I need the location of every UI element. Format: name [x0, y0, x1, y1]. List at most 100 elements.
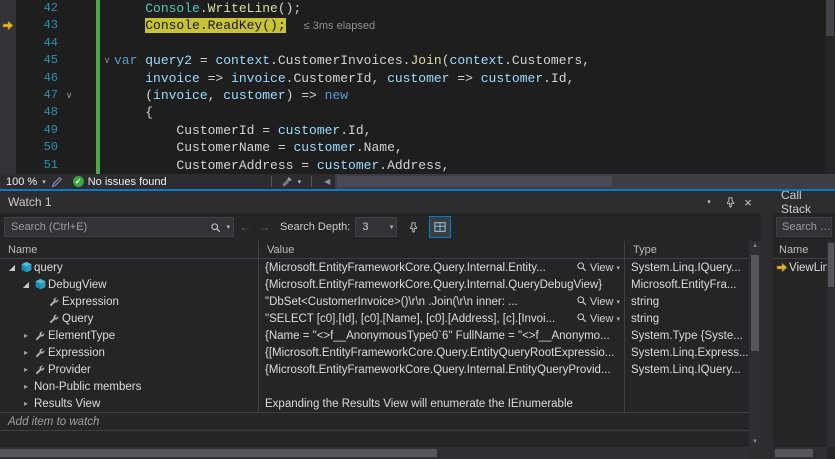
- breakpoint-margin[interactable]: [0, 104, 16, 121]
- pin-icon[interactable]: [721, 193, 739, 211]
- watch-name-cell: ◢ query: [0, 259, 258, 276]
- zoom-level[interactable]: 100 %: [0, 176, 39, 188]
- broom-icon[interactable]: [279, 176, 295, 188]
- watch-row[interactable]: Query"SELECT [c0].[Id], [c0].[Name], [c0…: [0, 310, 761, 327]
- code-text[interactable]: (invoice, customer) => new: [114, 87, 835, 104]
- search-next-arrow-icon[interactable]: →: [257, 220, 272, 234]
- pen-icon[interactable]: [49, 176, 65, 188]
- add-watch-row[interactable]: Add item to watch: [0, 412, 761, 431]
- search-prev-arrow-icon[interactable]: ←: [238, 220, 253, 234]
- watch-vscroll-thumb[interactable]: [751, 255, 759, 351]
- code-text[interactable]: CustomerName = customer.Name,: [114, 139, 835, 156]
- call-stack-search-input[interactable]: [777, 221, 831, 233]
- watch-column-headers: Name Value Type: [0, 241, 761, 259]
- close-icon[interactable]: ×: [739, 193, 757, 211]
- watch-row[interactable]: ▸ElementType{Name = "<>f__AnonymousType0…: [0, 327, 761, 344]
- code-text[interactable]: invoice => invoice.CustomerId, customer …: [114, 70, 835, 87]
- watch-hscroll-thumb[interactable]: [0, 449, 437, 457]
- breakpoint-margin[interactable]: [0, 139, 16, 156]
- watch-search-box[interactable]: ▾: [4, 217, 234, 237]
- watch-row[interactable]: ▸Non-Public members: [0, 378, 761, 395]
- code-text[interactable]: [114, 35, 835, 52]
- watch-vertical-scrollbar[interactable]: ▲ ▼: [749, 241, 761, 447]
- view-link[interactable]: View▾: [576, 312, 620, 326]
- row-expander-icon[interactable]: ▸: [20, 348, 32, 357]
- watch-row[interactable]: ▸Results ViewExpanding the Results View …: [0, 395, 761, 412]
- column-header-name[interactable]: Name: [0, 241, 258, 258]
- breakpoint-margin[interactable]: [0, 122, 16, 139]
- column-header-type[interactable]: Type: [624, 241, 761, 258]
- panel-splitter[interactable]: [761, 191, 773, 459]
- format-grid-button[interactable]: [429, 216, 451, 238]
- breakpoint-margin[interactable]: [0, 52, 16, 69]
- watch-row[interactable]: ▸Expression{[Microsoft.EntityFrameworkCo…: [0, 344, 761, 361]
- column-header-value[interactable]: Value: [258, 241, 624, 258]
- code-text[interactable]: Console.WriteLine();: [114, 0, 835, 17]
- breakpoint-margin[interactable]: [0, 35, 16, 52]
- window-position-caret-icon[interactable]: ▾: [697, 193, 721, 211]
- breakpoint-margin[interactable]: [0, 0, 16, 17]
- code-text[interactable]: {: [114, 104, 835, 121]
- row-expander-icon[interactable]: ◢: [6, 263, 18, 272]
- code-token: CustomerId =: [114, 123, 278, 138]
- line-number: 45: [16, 52, 62, 69]
- code-line: 51 CustomerAddress = customer.Address,: [0, 157, 835, 174]
- editor-scrollbar-thumb[interactable]: [826, 0, 834, 36]
- breakpoint-margin[interactable]: [0, 17, 16, 34]
- cleanup-caret-down-icon[interactable]: ▾: [295, 178, 305, 186]
- zoom-caret-down-icon[interactable]: ▾: [39, 178, 49, 186]
- watch-row[interactable]: ◢query{Microsoft.EntityFrameworkCore.Que…: [0, 259, 761, 276]
- editor-horizontal-scrollbar[interactable]: [335, 174, 835, 189]
- call-stack-vertical-scrollbar[interactable]: [827, 241, 835, 447]
- view-link[interactable]: View▾: [576, 261, 620, 275]
- code-token: {: [114, 105, 153, 120]
- call-stack-frame-row[interactable]: ViewLin...: [773, 259, 835, 276]
- code-text[interactable]: CustomerId = customer.Id,: [114, 122, 835, 139]
- watch-row[interactable]: Expression"DbSet<CustomerInvoice>()\r\n …: [0, 293, 761, 310]
- call-stack-vscroll-thumb[interactable]: [828, 243, 834, 287]
- hscroll-thumb[interactable]: [337, 176, 612, 187]
- view-link[interactable]: View▾: [576, 295, 620, 309]
- scroll-down-arrow-icon[interactable]: ▼: [749, 439, 761, 445]
- search-caret-down-icon[interactable]: ▾: [223, 223, 233, 231]
- watch-name: DebugView: [48, 279, 107, 291]
- gutter-chevron-icon: [62, 122, 76, 139]
- hscroll-left-arrow-icon[interactable]: ◀: [319, 177, 335, 186]
- code-text[interactable]: Console.ReadKey();≤ 3ms elapsed: [114, 17, 835, 34]
- code-text[interactable]: var query2 = context.CustomerInvoices.Jo…: [114, 52, 835, 69]
- editor-vertical-scrollbar[interactable]: [825, 0, 835, 174]
- call-stack-horizontal-scrollbar[interactable]: [773, 447, 827, 459]
- code-text[interactable]: CustomerAddress = customer.Address,: [114, 157, 835, 174]
- row-expander-icon[interactable]: ▸: [20, 331, 32, 340]
- gutter-chevron-icon[interactable]: ∨: [62, 87, 76, 104]
- pin-to-source-button[interactable]: [402, 216, 424, 238]
- gutter-spacer: [76, 87, 96, 104]
- row-expander-icon[interactable]: ▸: [20, 399, 32, 408]
- call-stack-hscroll-thumb[interactable]: [775, 449, 813, 457]
- call-stack-search-box[interactable]: [776, 217, 832, 237]
- call-stack-title-bar[interactable]: Call Stack: [773, 191, 835, 213]
- code-editor[interactable]: 42 Console.WriteLine();43 Console.ReadKe…: [0, 0, 835, 174]
- outline-chevron-icon: [100, 35, 114, 52]
- row-expander-icon[interactable]: ▸: [20, 382, 32, 391]
- search-depth-value: 3: [356, 221, 386, 233]
- watch-search-input[interactable]: [5, 221, 208, 233]
- gutter-chevron-icon: [62, 157, 76, 174]
- outline-chevron-icon[interactable]: ∨: [100, 52, 114, 69]
- watch-name: query: [34, 262, 63, 274]
- row-expander-icon[interactable]: ◢: [20, 280, 32, 289]
- watch-horizontal-scrollbar[interactable]: [0, 447, 749, 459]
- scroll-up-arrow-icon[interactable]: ▲: [749, 243, 761, 249]
- search-depth-select[interactable]: 3 ▾: [355, 217, 397, 237]
- document-health-indicator[interactable]: ✓ No issues found: [73, 176, 167, 188]
- row-expander-icon[interactable]: ▸: [20, 365, 32, 374]
- outline-chevron-icon: [100, 87, 114, 104]
- watch-row[interactable]: ◢DebugView{Microsoft.EntityFrameworkCore…: [0, 276, 761, 293]
- call-stack-column-header[interactable]: Name: [773, 241, 835, 259]
- magnifier-icon: [576, 261, 587, 275]
- watch-row[interactable]: ▸Provider{Microsoft.EntityFrameworkCore.…: [0, 361, 761, 378]
- watch-title-bar[interactable]: Watch 1 ▾ ×: [0, 191, 761, 213]
- breakpoint-margin[interactable]: [0, 70, 16, 87]
- breakpoint-margin[interactable]: [0, 157, 16, 174]
- breakpoint-margin[interactable]: [0, 87, 16, 104]
